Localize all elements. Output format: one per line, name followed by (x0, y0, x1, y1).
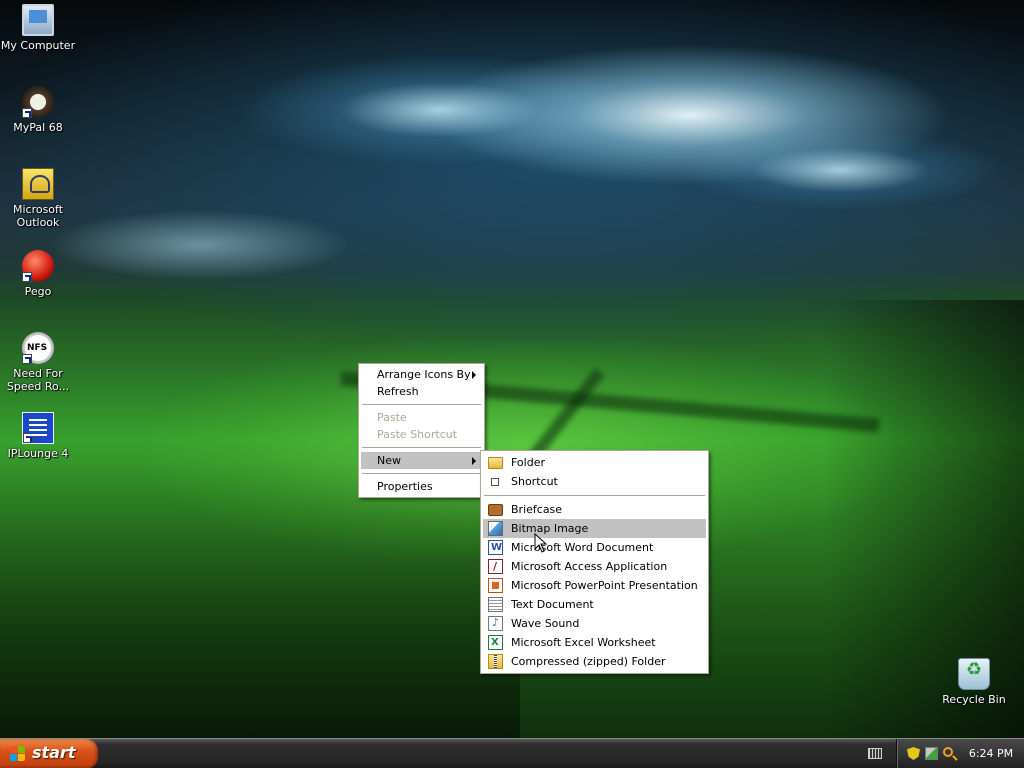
menu-item-paste[interactable]: Paste (361, 409, 482, 426)
submenu-arrow-icon (472, 371, 476, 379)
menu-separator (362, 404, 481, 405)
menu-item-label: Arrange Icons By (377, 368, 471, 381)
menu-item-label: Shortcut (511, 475, 558, 488)
desktop-icon-my-computer[interactable]: My Computer (0, 4, 76, 52)
menu-item-label: Refresh (377, 385, 419, 398)
taskbar: start 6:24 PM (0, 738, 1024, 768)
menu-item-label: Wave Sound (511, 617, 580, 630)
new-item-briefcase[interactable]: Briefcase (483, 500, 706, 519)
menu-separator (362, 473, 481, 474)
menu-item-arrange-icons-by[interactable]: Arrange Icons By (361, 366, 482, 383)
new-item-access-application[interactable]: Microsoft Access Application (483, 557, 706, 576)
menu-separator (362, 447, 481, 448)
menu-item-label: Briefcase (511, 503, 563, 516)
new-item-zipped-folder[interactable]: Compressed (zipped) Folder (483, 652, 706, 671)
desktop-icon-label: Recycle Bin (942, 693, 1006, 706)
menu-item-label: Microsoft Access Application (511, 560, 668, 573)
wallpaper-vignette-left (0, 460, 520, 738)
system-tray: 6:24 PM (896, 739, 1024, 768)
desktop-icon-outlook[interactable]: Microsoft Outlook (0, 168, 76, 229)
desktop-icon-need-for-speed[interactable]: Need For Speed Ro... (0, 332, 76, 393)
iplounge-icon (22, 412, 54, 444)
keyboard-icon[interactable] (868, 748, 882, 759)
new-submenu: Folder Shortcut Briefcase Bitmap Image M… (480, 450, 709, 674)
menu-separator (484, 495, 705, 496)
access-application-icon (488, 559, 503, 574)
new-item-wave-sound[interactable]: Wave Sound (483, 614, 706, 633)
new-item-shortcut[interactable]: Shortcut (483, 472, 706, 491)
menu-item-label: Bitmap Image (511, 522, 589, 535)
clock[interactable]: 6:24 PM (963, 747, 1019, 760)
security-shield-icon[interactable] (907, 747, 920, 760)
shortcut-arrow-icon (22, 108, 32, 118)
menu-item-properties[interactable]: Properties (361, 478, 482, 495)
shortcut-icon (491, 478, 499, 486)
word-document-icon (488, 540, 503, 555)
menu-item-label: Compressed (zipped) Folder (511, 655, 666, 668)
menu-item-label: Text Document (511, 598, 594, 611)
new-item-folder[interactable]: Folder (483, 453, 706, 472)
wave-sound-icon (488, 616, 503, 631)
shortcut-arrow-icon (22, 272, 32, 282)
menu-item-label: Microsoft Word Document (511, 541, 654, 554)
menu-item-label: New (377, 454, 401, 467)
desktop-icon-label: Pego (24, 285, 52, 298)
briefcase-icon (488, 504, 503, 516)
menu-item-label: Paste Shortcut (377, 428, 458, 441)
new-item-excel-worksheet[interactable]: Microsoft Excel Worksheet (483, 633, 706, 652)
shortcut-arrow-icon (22, 354, 32, 364)
menu-item-label: Properties (377, 480, 433, 493)
desktop-icon-label: Need For Speed Ro... (6, 367, 70, 393)
nfs-icon (22, 332, 54, 364)
recycle-bin-icon (958, 658, 990, 690)
menu-item-label: Paste (377, 411, 407, 424)
bitmap-image-icon (488, 521, 503, 536)
menu-item-label: Folder (511, 456, 545, 469)
desktop-context-menu: Arrange Icons By Refresh Paste Paste Sho… (358, 363, 485, 498)
desktop-icon-label: My Computer (0, 39, 76, 52)
new-item-bitmap-image[interactable]: Bitmap Image (483, 519, 706, 538)
network-icon[interactable] (925, 747, 938, 760)
computer-icon (22, 4, 54, 36)
submenu-arrow-icon (472, 457, 476, 465)
menu-item-refresh[interactable]: Refresh (361, 383, 482, 400)
desktop-icon-iplounge[interactable]: IPLounge 4 (0, 412, 76, 460)
new-item-text-document[interactable]: Text Document (483, 595, 706, 614)
windows-logo-icon (10, 746, 26, 762)
mouse-cursor-icon (534, 533, 548, 553)
mypal-icon (22, 86, 54, 118)
menu-item-label: Microsoft Excel Worksheet (511, 636, 656, 649)
zipped-folder-icon (488, 654, 503, 669)
desktop-icon-label: MyPal 68 (13, 121, 63, 134)
text-document-icon (488, 597, 503, 612)
outlook-icon (22, 168, 54, 200)
menu-item-new[interactable]: New (361, 452, 482, 469)
pego-icon (22, 250, 54, 282)
shortcut-arrow-icon (23, 433, 33, 443)
folder-icon (488, 457, 503, 469)
desktop-icon-mypal[interactable]: MyPal 68 (0, 86, 76, 134)
search-icon[interactable] (943, 747, 953, 757)
start-button[interactable]: start (0, 739, 98, 768)
powerpoint-presentation-icon (488, 578, 503, 593)
menu-item-label: Microsoft PowerPoint Presentation (511, 579, 698, 592)
start-label: start (32, 743, 76, 762)
desktop-icon-label: Microsoft Outlook (12, 203, 64, 229)
new-item-powerpoint-presentation[interactable]: Microsoft PowerPoint Presentation (483, 576, 706, 595)
desktop-icon-label: IPLounge 4 (7, 447, 69, 460)
desktop-icon-recycle-bin[interactable]: Recycle Bin (936, 658, 1012, 706)
excel-worksheet-icon (488, 635, 503, 650)
desktop-icon-pego[interactable]: Pego (0, 250, 76, 298)
new-item-word-document[interactable]: Microsoft Word Document (483, 538, 706, 557)
menu-item-paste-shortcut[interactable]: Paste Shortcut (361, 426, 482, 443)
